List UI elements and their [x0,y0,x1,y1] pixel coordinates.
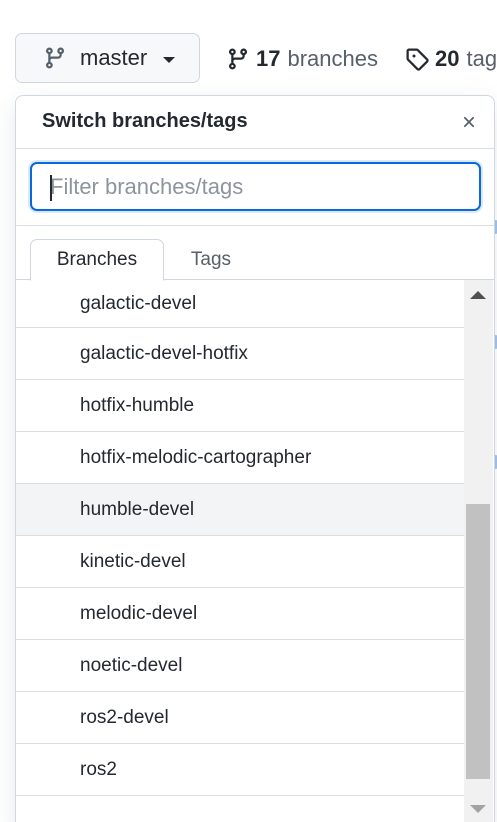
popover-header: Switch branches/tags [16,96,494,149]
tab-tags[interactable]: Tags [164,239,258,280]
branch-list: galactic-devel galactic-devel-hotfix hot… [16,280,464,822]
branch-list-item[interactable]: noetic-devel [16,640,464,692]
filter-section [16,149,494,226]
scroll-down-arrow-icon[interactable] [470,805,486,813]
popover-title: Switch branches/tags [42,110,248,132]
branch-select-button[interactable]: master [15,33,200,83]
branch-switch-popover: Switch branches/tags Branches Tags galac… [15,95,495,822]
git-branch-icon [43,46,67,70]
tag-icon [405,47,429,71]
text-cursor [50,175,52,201]
close-icon[interactable] [458,111,480,133]
current-branch-label: master [80,45,148,70]
tab-branches[interactable]: Branches [30,239,164,281]
tags-count: 20 [435,46,460,71]
branch-list-item[interactable]: hotfix-melodic-cartographer [16,432,464,484]
scroll-up-arrow-icon[interactable] [470,291,486,299]
branch-list-item[interactable]: galactic-devel [16,280,464,328]
git-branch-icon [226,47,250,71]
branch-list-item[interactable]: humble-devel [16,484,464,536]
branches-count-link[interactable]: 17 branches [226,44,378,74]
branch-list-item[interactable]: hotfix-humble [16,380,464,432]
list-scrollbar[interactable] [464,280,493,822]
branch-tag-tabs: Branches Tags [16,226,494,281]
branch-list-item[interactable]: kinetic-devel [16,536,464,588]
branches-label: branches [287,46,378,71]
branch-list-item[interactable]: ros2 [16,744,464,796]
filter-branches-input[interactable] [30,162,481,211]
chevron-down-icon [163,56,176,63]
branch-list-item[interactable]: ros2-devel [16,692,464,744]
tags-count-link[interactable]: 20 tags [405,44,497,74]
branch-list-item[interactable]: melodic-devel [16,588,464,640]
branches-count: 17 [256,46,281,71]
branch-list-item[interactable]: galactic-devel-hotfix [16,328,464,380]
tags-label: tags [466,46,497,71]
scrollbar-thumb[interactable] [466,504,490,779]
